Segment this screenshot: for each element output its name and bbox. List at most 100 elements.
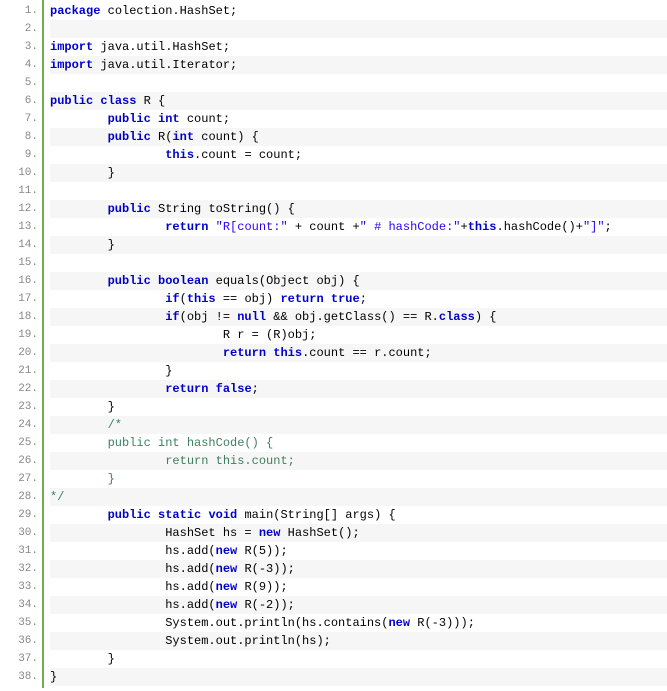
token-cmt: public int hashCode() { bbox=[50, 436, 273, 450]
token-kw: public bbox=[108, 202, 151, 216]
token-plain bbox=[208, 220, 215, 234]
token-kw: true bbox=[331, 292, 360, 306]
token-plain: .hashCode()+ bbox=[497, 220, 583, 234]
line-number: 34 bbox=[0, 596, 42, 614]
token-cmt: return this.count; bbox=[50, 454, 295, 468]
token-plain: } bbox=[50, 652, 115, 666]
token-cmt: /* bbox=[108, 418, 122, 432]
code-line: if(obj != null && obj.getClass() == R.cl… bbox=[50, 308, 667, 326]
token-plain: java.util.Iterator; bbox=[93, 58, 237, 72]
token-kw: package bbox=[50, 4, 100, 18]
token-plain: (obj != bbox=[180, 310, 238, 324]
token-plain: ; bbox=[605, 220, 612, 234]
token-kw: class bbox=[100, 94, 136, 108]
code-line: public String toString() { bbox=[50, 200, 667, 218]
token-plain: R(5)); bbox=[237, 544, 287, 558]
token-plain: System.out.println(hs); bbox=[50, 634, 331, 648]
line-number: 31 bbox=[0, 542, 42, 560]
line-number: 8 bbox=[0, 128, 42, 146]
token-plain: + bbox=[461, 220, 468, 234]
code-line: public R(int count) { bbox=[50, 128, 667, 146]
token-kw: new bbox=[388, 616, 410, 630]
line-number: 27 bbox=[0, 470, 42, 488]
code-line: } bbox=[50, 650, 667, 668]
token-cmt: */ bbox=[50, 490, 64, 504]
token-plain: .count = count; bbox=[194, 148, 302, 162]
code-line: this.count = count; bbox=[50, 146, 667, 164]
token-kw: this bbox=[165, 148, 194, 162]
token-plain bbox=[50, 202, 108, 216]
token-plain: ; bbox=[252, 382, 259, 396]
code-line: } bbox=[50, 668, 667, 686]
line-number: 3 bbox=[0, 38, 42, 56]
token-plain: ( bbox=[180, 292, 187, 306]
token-kw: public bbox=[108, 508, 151, 522]
code-line: */ bbox=[50, 488, 667, 506]
line-number: 19 bbox=[0, 326, 42, 344]
token-kw: return bbox=[165, 220, 208, 234]
line-number-gutter: 1234567891011121314151617181920212223242… bbox=[0, 0, 44, 688]
line-number: 15 bbox=[0, 254, 42, 272]
token-kw: public bbox=[108, 274, 151, 288]
code-line: public class R { bbox=[50, 92, 667, 110]
token-kw: int bbox=[172, 130, 194, 144]
line-number: 23 bbox=[0, 398, 42, 416]
token-plain: } bbox=[50, 670, 57, 684]
code-line: } bbox=[50, 362, 667, 380]
token-str: "]" bbox=[583, 220, 605, 234]
token-plain: R r = (R)obj; bbox=[50, 328, 316, 342]
line-number: 2 bbox=[0, 20, 42, 38]
token-kw: import bbox=[50, 58, 93, 72]
line-number: 33 bbox=[0, 578, 42, 596]
code-line: } bbox=[50, 164, 667, 182]
token-plain: R(9)); bbox=[237, 580, 287, 594]
token-plain: } bbox=[50, 364, 172, 378]
line-number: 28 bbox=[0, 488, 42, 506]
token-plain bbox=[50, 112, 108, 126]
token-plain: } bbox=[50, 238, 115, 252]
token-str: " # hashCode:" bbox=[360, 220, 461, 234]
token-str: "R[count:" bbox=[216, 220, 288, 234]
code-line: } bbox=[50, 398, 667, 416]
code-line: /* bbox=[50, 416, 667, 434]
line-number: 13 bbox=[0, 218, 42, 236]
line-number: 37 bbox=[0, 650, 42, 668]
token-plain: HashSet(); bbox=[280, 526, 359, 540]
token-plain bbox=[50, 292, 165, 306]
line-number: 38 bbox=[0, 668, 42, 686]
token-plain: HashSet hs = bbox=[50, 526, 259, 540]
code-line: hs.add(new R(-2)); bbox=[50, 596, 667, 614]
code-content: package colection.HashSet; import java.u… bbox=[44, 0, 667, 688]
token-plain: } bbox=[50, 400, 115, 414]
token-plain bbox=[50, 382, 165, 396]
token-plain: count; bbox=[180, 112, 230, 126]
token-plain: R(-3))); bbox=[410, 616, 475, 630]
code-line: System.out.println(hs.contains(new R(-3)… bbox=[50, 614, 667, 632]
line-number: 24 bbox=[0, 416, 42, 434]
token-plain bbox=[50, 310, 165, 324]
token-plain: hs.add( bbox=[50, 544, 216, 558]
token-plain: colection.HashSet; bbox=[100, 4, 237, 18]
token-kw: public bbox=[50, 94, 93, 108]
token-plain: hs.add( bbox=[50, 598, 216, 612]
line-number: 9 bbox=[0, 146, 42, 164]
code-line bbox=[50, 254, 667, 272]
code-line: public int hashCode() { bbox=[50, 434, 667, 452]
line-number: 4 bbox=[0, 56, 42, 74]
code-line: public boolean equals(Object obj) { bbox=[50, 272, 667, 290]
token-plain: .count == r.count; bbox=[302, 346, 432, 360]
line-number: 14 bbox=[0, 236, 42, 254]
code-line: } bbox=[50, 236, 667, 254]
token-kw: int bbox=[158, 112, 180, 126]
line-number: 26 bbox=[0, 452, 42, 470]
token-plain bbox=[50, 508, 108, 522]
line-number: 22 bbox=[0, 380, 42, 398]
token-kw: this bbox=[468, 220, 497, 234]
token-kw: void bbox=[208, 508, 237, 522]
token-plain bbox=[151, 274, 158, 288]
token-kw: class bbox=[439, 310, 475, 324]
token-plain: System.out.println(hs.contains( bbox=[50, 616, 388, 630]
token-plain bbox=[151, 508, 158, 522]
token-plain bbox=[208, 382, 215, 396]
line-number: 29 bbox=[0, 506, 42, 524]
